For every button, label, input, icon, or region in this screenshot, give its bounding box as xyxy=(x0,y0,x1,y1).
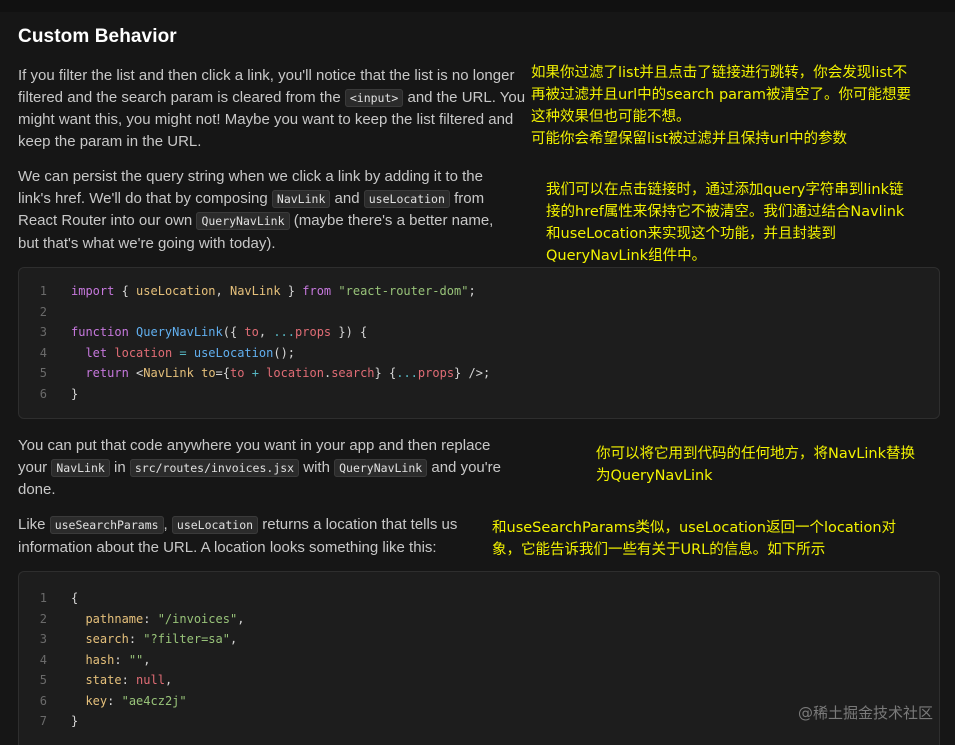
inline-code-navlink: NavLink xyxy=(51,458,110,477)
paragraph-uselocation: Like useSearchParams, useLocation return… xyxy=(18,516,458,556)
inline-code-uselocation: useLocation xyxy=(171,516,259,534)
annotation-note-2: 我们可以在点击链接时，通过添加query字符串到link链 接的href属性来保… xyxy=(546,182,905,264)
code-line: 2 pathname: "/invoices", xyxy=(39,611,245,626)
inline-code-uselocation: useLocation xyxy=(363,189,450,208)
code-line: 4 let location = useLocation(); xyxy=(39,345,296,360)
paragraph-replace-navlink: You can put that code anywhere you want … xyxy=(18,437,501,498)
code-line: 3 function QueryNavLink({ to, ...props })… xyxy=(39,325,368,340)
annotation-note-1: 如果你过滤了list并且点击了链接进行跳转，你会发现list不 再被过滤并且ur… xyxy=(531,65,912,147)
code-line: 6} xyxy=(39,386,79,401)
code-line: 2 xyxy=(39,304,47,319)
watermark: @稀土掘金技术社区 xyxy=(797,704,933,722)
inline-code-querynavlink: QueryNavLink xyxy=(334,458,428,477)
code-line: 5 return <NavLink to={to + location.sear… xyxy=(39,366,491,381)
section-heading: Custom Behavior xyxy=(18,26,177,47)
paragraph-filter-behavior: If you filter the list and then click a … xyxy=(18,67,526,150)
inline-code-invoices-path: src/routes/invoices.jsx xyxy=(129,458,300,477)
code-block-querynavlink[interactable]: 1 import { useLocation, NavLink } from "r… xyxy=(18,267,940,419)
annotation-note-4: 和useSearchParams类似，useLocation返回一个locati… xyxy=(492,520,897,558)
inline-code-querynavlink: QueryNavLink xyxy=(196,212,290,230)
top-band xyxy=(0,0,955,12)
inline-code-navlink: NavLink xyxy=(271,189,331,208)
code-line: 4 hash: "", xyxy=(39,652,151,667)
paragraph-persist-query: We can persist the query string when we … xyxy=(18,168,494,252)
code-line: 1{ xyxy=(39,591,79,606)
code-line: 1 import { useLocation, NavLink } from "r… xyxy=(39,284,476,299)
inline-code-usesearchparams: useSearchParams xyxy=(49,516,164,534)
annotation-note-3: 你可以将它用到代码的任何地方，将NavLink替换 为QueryNavLink xyxy=(596,446,916,484)
inline-code-input: <input> xyxy=(344,88,404,107)
code-line: 3 search: "?filter=sa", xyxy=(39,632,238,647)
code-line: 5 state: null, xyxy=(39,673,173,688)
page: Custom Behavior If you filter the list a… xyxy=(0,0,955,745)
